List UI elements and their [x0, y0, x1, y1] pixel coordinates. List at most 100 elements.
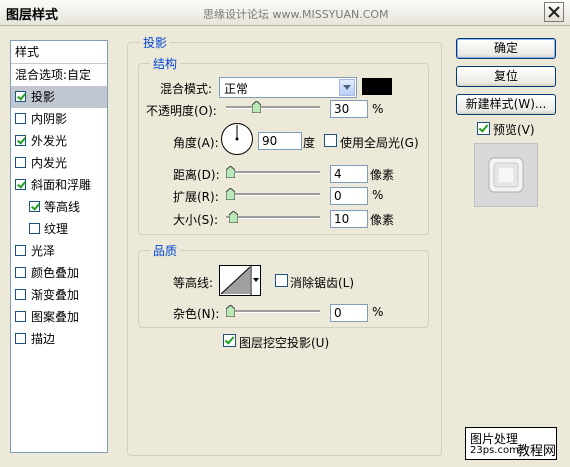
noise-unit: %: [372, 305, 384, 319]
preview-swatch-icon: [488, 157, 524, 193]
style-item-checkbox[interactable]: [15, 289, 26, 300]
style-list-header[interactable]: 样式: [11, 41, 107, 64]
noise-slider-track: [226, 310, 320, 313]
style-item-checkbox[interactable]: [29, 223, 40, 234]
style-list-item[interactable]: 图案叠加: [11, 306, 107, 328]
spread-slider-track: [226, 193, 320, 196]
style-list-item[interactable]: 纹理: [11, 218, 107, 240]
style-list-item[interactable]: 内阴影: [11, 108, 107, 130]
anti-alias-checkbox[interactable]: [275, 274, 288, 287]
opacity-slider-track: [226, 106, 320, 109]
angle-dial[interactable]: [221, 123, 253, 155]
blend-mode-select[interactable]: 正常: [219, 77, 357, 98]
slider-thumb-icon[interactable]: [229, 211, 239, 223]
spread-unit: %: [372, 188, 384, 202]
close-icon: [548, 6, 560, 18]
style-list-item[interactable]: 描边: [11, 328, 107, 350]
size-input[interactable]: 10: [330, 210, 368, 228]
quality-title: 品质: [150, 242, 181, 259]
preview-checkbox[interactable]: [477, 122, 490, 135]
shadow-color-swatch[interactable]: [362, 78, 392, 95]
global-light-label: 使用全局光(G): [340, 136, 419, 150]
distance-slider[interactable]: [226, 166, 320, 178]
style-item-checkbox[interactable]: [15, 113, 26, 124]
style-item-label: 内阴影: [31, 112, 68, 126]
style-item-checkbox[interactable]: [15, 267, 26, 278]
style-item-label: 图案叠加: [31, 310, 80, 324]
style-item-checkbox[interactable]: [15, 91, 26, 102]
contour-picker[interactable]: [219, 265, 261, 296]
window-title: 图层样式: [6, 8, 59, 23]
style-preview-thumbnail: [474, 143, 538, 207]
style-item-checkbox[interactable]: [15, 135, 26, 146]
opacity-input[interactable]: 30: [330, 100, 368, 118]
anti-alias-label: 消除锯齿(L): [290, 276, 355, 290]
size-slider[interactable]: [226, 211, 320, 223]
noise-slider[interactable]: [226, 305, 320, 317]
style-item-label: 等高线: [44, 200, 81, 214]
blend-mode-label: 混合模式:: [160, 82, 213, 96]
opacity-label: 不透明度(O):: [146, 104, 217, 118]
style-list-item[interactable]: 等高线: [11, 196, 107, 218]
slider-thumb-icon[interactable]: [251, 101, 261, 113]
style-list-item[interactable]: 斜面和浮雕: [11, 174, 107, 196]
new-style-button[interactable]: 新建样式(W)...: [456, 94, 556, 115]
drop-shadow-title: 投影: [140, 34, 171, 51]
style-item-label: 光泽: [31, 244, 56, 258]
style-item-label: 内发光: [31, 156, 68, 170]
style-item-checkbox[interactable]: [15, 333, 26, 344]
angle-unit: 度: [303, 136, 316, 150]
chevron-down-icon: [339, 79, 355, 96]
size-slider-track: [226, 216, 320, 219]
opacity-unit: %: [372, 102, 384, 116]
knockout-checkbox[interactable]: [223, 334, 236, 347]
global-light-checkbox[interactable]: [324, 134, 337, 147]
distance-unit: 像素: [370, 168, 395, 182]
style-item-label: 斜面和浮雕: [31, 178, 92, 192]
style-list-header-label: 样式: [15, 45, 40, 59]
logo-line2: 23ps.com: [470, 445, 519, 456]
opacity-slider[interactable]: [226, 101, 320, 113]
distance-input[interactable]: 4: [330, 165, 368, 183]
contour-label: 等高线:: [173, 276, 214, 290]
style-list-item[interactable]: 光泽: [11, 240, 107, 262]
blend-options-item[interactable]: 混合选项:自定: [11, 64, 107, 86]
style-item-checkbox[interactable]: [15, 157, 26, 168]
style-list-item[interactable]: 颜色叠加: [11, 262, 107, 284]
slider-thumb-icon[interactable]: [226, 188, 235, 200]
noise-label: 杂色(N):: [173, 307, 220, 321]
slider-thumb-icon[interactable]: [226, 166, 235, 178]
watermark-text: 思缘设计论坛 www.MISSYUAN.COM: [203, 8, 389, 21]
size-unit: 像素: [370, 213, 395, 227]
structure-title: 结构: [150, 55, 181, 72]
spread-label: 扩展(R):: [173, 190, 219, 204]
style-item-label: 外发光: [31, 134, 68, 148]
spread-input[interactable]: 0: [330, 187, 368, 205]
blend-mode-value: 正常: [224, 82, 249, 96]
style-list-item[interactable]: 外发光: [11, 130, 107, 152]
angle-label: 角度(A):: [173, 136, 219, 150]
ok-button[interactable]: 确定: [456, 38, 556, 59]
style-list-item[interactable]: 渐变叠加: [11, 284, 107, 306]
style-list-item[interactable]: 内发光: [11, 152, 107, 174]
style-list-item[interactable]: 投影: [11, 86, 107, 108]
contour-curve-icon: [220, 266, 259, 295]
style-item-checkbox[interactable]: [15, 245, 26, 256]
style-item-checkbox[interactable]: [15, 311, 26, 322]
style-item-label: 描边: [31, 332, 56, 346]
noise-input[interactable]: 0: [330, 304, 368, 322]
blend-options-label: 混合选项:自定: [15, 68, 92, 82]
style-item-checkbox[interactable]: [29, 201, 40, 212]
spread-slider[interactable]: [226, 188, 320, 200]
slider-thumb-icon[interactable]: [226, 305, 235, 317]
angle-needle-icon: [235, 125, 239, 141]
distance-label: 距离(D):: [173, 168, 220, 182]
style-item-label: 投影: [31, 90, 56, 104]
style-item-label: 纹理: [44, 222, 69, 236]
style-item-checkbox[interactable]: [15, 179, 26, 190]
reset-button[interactable]: 复位: [456, 66, 556, 87]
close-button[interactable]: [544, 2, 564, 22]
angle-input[interactable]: 90: [258, 132, 302, 150]
distance-slider-track: [226, 171, 320, 174]
style-item-label: 渐变叠加: [31, 288, 80, 302]
